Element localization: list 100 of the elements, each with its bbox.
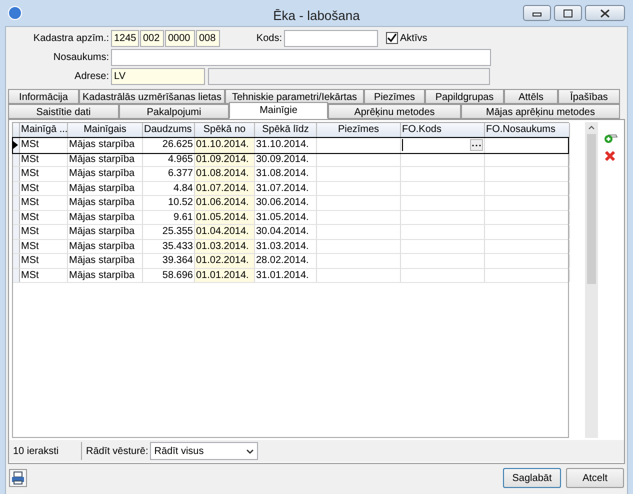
address-field[interactable]: LV <box>111 68 205 84</box>
field-label: Nosaukums: <box>52 50 110 64</box>
history-dropdown[interactable]: Rādīt visus <box>150 442 258 460</box>
table-cell: MSt <box>21 152 39 166</box>
record-count: 10 ieraksti <box>12 444 60 458</box>
ellipsis-button[interactable] <box>470 139 483 151</box>
table-cell: MSt <box>21 225 39 238</box>
active-checkbox[interactable]: Aktīvs <box>386 30 428 46</box>
tab[interactable]: Kadastrālās uzmērīšanas lietas <box>79 89 225 104</box>
table-cell-text: 01.10.2014. <box>196 138 249 152</box>
tab[interactable]: Mainīgie <box>229 102 328 119</box>
table-cell: 01.01.2014. <box>196 268 249 282</box>
table-cell: 58.696 <box>162 268 193 282</box>
table-cell: 31.03.2014. <box>256 240 309 253</box>
table-cell: Mājas starpība <box>69 268 135 282</box>
table-cell: Mājas starpība <box>69 182 135 195</box>
table-cell: MSt <box>21 210 39 224</box>
tab[interactable]: Pakalpojumi <box>119 104 229 119</box>
table-cell: 39.364 <box>162 254 193 268</box>
table-cell: 31.07.2014. <box>256 182 309 195</box>
table-cell: 01.04.2014. <box>196 225 249 238</box>
table-cell: 30.09.2014. <box>256 152 309 166</box>
table-cell: 01.06.2014. <box>196 196 249 210</box>
ellipsis-icon <box>472 144 481 146</box>
table-cell: 01.03.2014. <box>196 240 249 253</box>
table-cell: Mājas starpība <box>69 167 135 180</box>
tab[interactable]: Attēls <box>504 89 558 104</box>
tab[interactable]: Tehniskie parametri/Iekārtas <box>225 89 364 104</box>
add-icon[interactable] <box>604 132 618 144</box>
code-field[interactable] <box>284 30 378 46</box>
address-detail-field[interactable] <box>208 68 490 84</box>
table-cell: MSt <box>21 254 39 268</box>
column-header[interactable]: FO.Kods <box>401 123 485 138</box>
field-label: Kadastra apzīm.: <box>32 32 110 46</box>
scrollbar[interactable] <box>585 122 598 438</box>
app-logo-icon <box>8 6 22 20</box>
tab[interactable]: Informācija <box>8 89 79 104</box>
column-header[interactable]: Spēkā līdz <box>255 123 317 138</box>
tab[interactable]: Saistītie dati <box>8 104 119 119</box>
cadastre-field[interactable]: 1245 <box>111 30 139 46</box>
table-cell: 31.05.2014. <box>256 210 309 224</box>
table-cell: 10.52 <box>168 196 193 210</box>
minimize-button[interactable] <box>523 5 551 21</box>
table-cell: Mājas starpība <box>69 210 135 224</box>
table-cell: Mājas starpība <box>69 254 135 268</box>
table-cell: 30.04.2014. <box>256 225 309 238</box>
cadastre-field[interactable]: 002 <box>140 30 164 46</box>
table-cell: 4.965 <box>168 152 193 166</box>
current-row-icon <box>13 141 18 150</box>
table-cell: MSt <box>21 240 39 253</box>
column-header[interactable]: Piezīmes <box>317 123 401 138</box>
table-cell: Mājas starpība <box>69 225 135 238</box>
maximize-button[interactable] <box>554 5 582 21</box>
table-cell-text: 31.10.2014. <box>256 138 309 152</box>
column-header[interactable]: FO.Nosaukums <box>485 123 570 138</box>
table-cell: 35.433 <box>162 240 193 253</box>
table-cell: 28.02.2014. <box>256 254 309 268</box>
printer-icon[interactable] <box>9 469 27 487</box>
table-cell: 25.355 <box>162 225 193 238</box>
tab[interactable]: Īpašības <box>558 89 620 104</box>
column-header[interactable]: Spēkā no <box>195 123 255 138</box>
table-cell: Mājas starpība <box>69 152 135 166</box>
table-cell: 01.05.2014. <box>196 210 249 224</box>
table-cell: 31.01.2014. <box>256 268 309 282</box>
table-cell: MSt <box>21 268 39 282</box>
table-cell: 01.07.2014. <box>196 182 249 195</box>
close-icon <box>600 8 610 18</box>
maximize-icon <box>564 9 572 17</box>
table-cell: 01.08.2014. <box>196 167 249 180</box>
table-cell-text: 26.625 <box>162 138 193 152</box>
tab[interactable]: Aprēķinu metodes <box>328 104 461 119</box>
tab[interactable]: Mājas aprēķinu metodes <box>461 104 620 119</box>
table-cell-text: MSt <box>21 138 39 152</box>
name-field[interactable] <box>111 48 491 66</box>
cadastre-field[interactable]: 008 <box>196 30 220 46</box>
table-cell: MSt <box>21 167 39 180</box>
field-label: Kods: <box>255 32 283 46</box>
delete-icon[interactable] <box>604 150 616 162</box>
table-cell: MSt <box>21 182 39 195</box>
table-cell-text: Mājas starpība <box>69 138 135 152</box>
checkmark-icon <box>387 33 397 43</box>
table-cell: 6.377 <box>168 167 193 180</box>
cadastre-field[interactable]: 0000 <box>165 30 195 46</box>
column-header[interactable]: Daudzums <box>143 123 195 138</box>
tab[interactable]: Papildgrupas <box>425 89 504 104</box>
minimize-icon <box>532 12 542 16</box>
close-button[interactable] <box>585 5 625 21</box>
column-header[interactable]: Mainīgā ... <box>20 123 68 138</box>
table-cell: Mājas starpība <box>69 196 135 210</box>
window-title: Ēka - labošana <box>273 8 360 23</box>
table-cell: Mājas starpība <box>69 240 135 253</box>
table-cell: 4.84 <box>174 182 193 195</box>
table-cell: MSt <box>21 196 39 210</box>
table-cell: 31.08.2014. <box>256 167 309 180</box>
field-label: Rādīt vēsturē: <box>86 444 148 458</box>
dialog-button[interactable]: Atcelt <box>566 468 624 488</box>
tab[interactable]: Piezīmes <box>364 89 425 104</box>
dialog-button[interactable]: Saglabāt <box>503 468 561 488</box>
column-header[interactable]: Mainīgais <box>68 123 143 138</box>
table-cell: 30.06.2014. <box>256 196 309 210</box>
